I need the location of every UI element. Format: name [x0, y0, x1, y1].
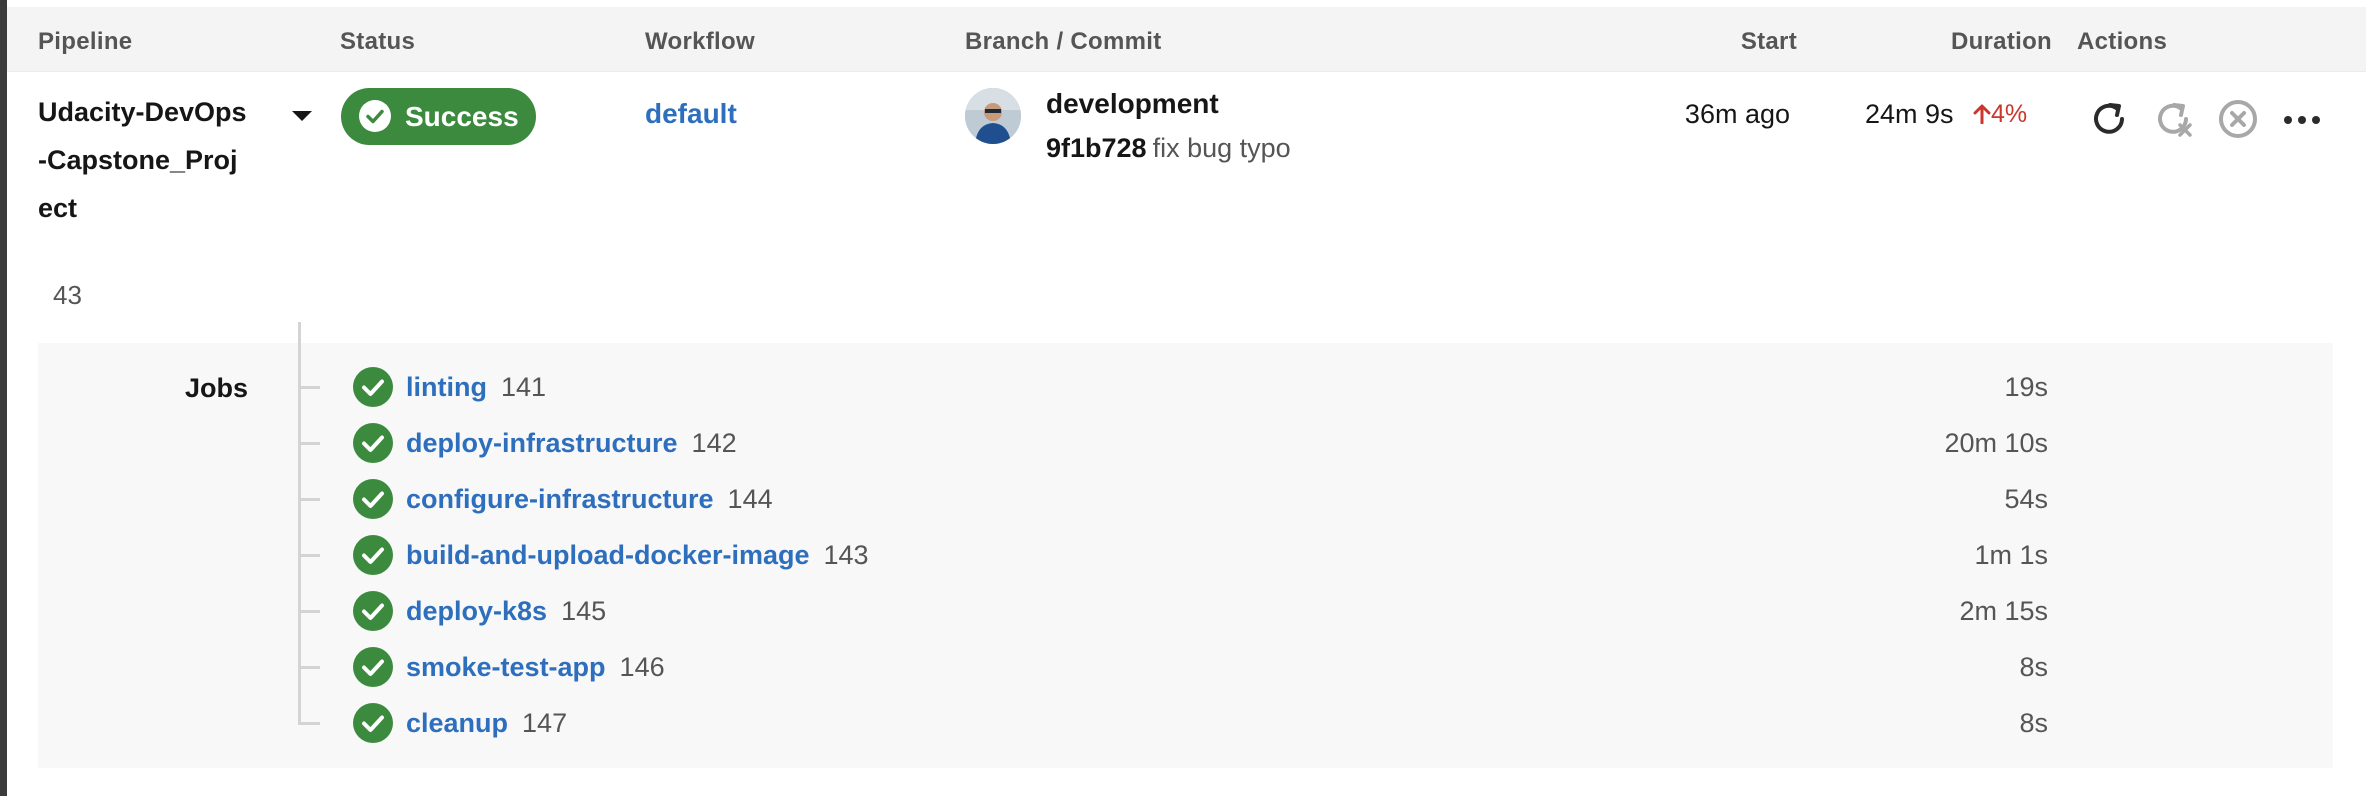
check-circle-icon — [353, 535, 393, 575]
job-duration: 19s — [2004, 372, 2048, 402]
commit-message: fix bug typo — [1152, 133, 1291, 163]
job-number: 147 — [522, 708, 568, 738]
tree-branch — [298, 442, 320, 445]
job-name: smoke-test-app 146 — [406, 652, 665, 683]
avatar — [965, 88, 1021, 144]
pipeline-project-name[interactable]: Udacity-DevOps-Capstone_Project — [38, 88, 248, 232]
expand-caret-icon[interactable] — [292, 111, 312, 121]
window-left-edge — [0, 0, 7, 796]
job-duration: 2m 15s — [1959, 596, 2048, 626]
tree-branch — [298, 666, 320, 669]
tree-branch — [298, 610, 320, 613]
branch-name[interactable]: development — [1046, 88, 1219, 120]
check-circle-icon — [353, 479, 393, 519]
check-circle-icon — [353, 423, 393, 463]
commit-sha[interactable]: 9f1b728 — [1046, 133, 1147, 163]
more-icon[interactable] — [2280, 97, 2324, 141]
header-workflow: Workflow — [645, 28, 755, 55]
job-name: deploy-infrastructure 142 — [406, 428, 737, 459]
job-link[interactable]: deploy-infrastructure — [406, 428, 678, 458]
job-duration: 1m 1s — [1974, 540, 2048, 570]
header-branch-commit: Branch / Commit — [965, 28, 1162, 55]
arrow-up-icon — [1973, 104, 1991, 125]
check-circle-icon — [353, 367, 393, 407]
job-number: 145 — [561, 596, 607, 626]
check-circle-icon — [359, 100, 391, 132]
job-row: linting 141 19s — [298, 362, 2048, 412]
jobs-label: Jobs — [185, 373, 249, 403]
check-circle-icon — [353, 703, 393, 743]
header-pipeline: Pipeline — [38, 28, 133, 55]
rerun-icon[interactable] — [2088, 97, 2132, 141]
check-circle-icon — [353, 591, 393, 631]
job-row: build-and-upload-docker-image 143 1m 1s — [298, 530, 2048, 580]
job-duration: 54s — [2004, 484, 2048, 514]
status-label: Success — [405, 101, 519, 132]
job-name: deploy-k8s 145 — [406, 596, 606, 627]
job-name: linting 141 — [406, 372, 546, 403]
pipeline-number: 43 — [53, 280, 82, 310]
duration-change: 4% — [1973, 100, 2027, 129]
tree-branch — [298, 722, 320, 725]
job-duration: 8s — [2019, 652, 2048, 682]
job-number: 146 — [619, 652, 665, 682]
commit-info: 9f1b728 fix bug typo — [1046, 133, 1291, 164]
job-name: configure-infrastructure 144 — [406, 484, 773, 515]
job-duration: 20m 10s — [1944, 428, 2048, 458]
job-duration: 8s — [2019, 708, 2048, 738]
job-row: deploy-infrastructure 142 20m 10s — [298, 418, 2048, 468]
header-start: Start — [1740, 28, 1797, 55]
job-link[interactable]: build-and-upload-docker-image — [406, 540, 810, 570]
header-actions: Actions — [2077, 28, 2168, 55]
status-badge[interactable]: Success — [341, 88, 536, 145]
job-link[interactable]: configure-infrastructure — [406, 484, 714, 514]
duration-change-value: 4% — [1991, 100, 2028, 128]
job-link[interactable]: smoke-test-app — [406, 652, 606, 682]
job-link[interactable]: deploy-k8s — [406, 596, 547, 626]
job-number: 144 — [727, 484, 773, 514]
job-row: deploy-k8s 145 2m 15s — [298, 586, 2048, 636]
check-circle-icon — [353, 647, 393, 687]
header-status: Status — [340, 28, 416, 55]
pipeline-start-time: 36m ago — [1684, 99, 1790, 129]
header-duration: Duration — [1950, 28, 2052, 55]
table-header: Pipeline Status Workflow Branch / Commit… — [7, 7, 2366, 72]
job-name: build-and-upload-docker-image 143 — [406, 540, 869, 571]
rerun-failed-icon[interactable] — [2152, 97, 2196, 141]
job-row: smoke-test-app 146 8s — [298, 642, 2048, 692]
job-row: configure-infrastructure 144 54s — [298, 474, 2048, 524]
workflow-link[interactable]: default — [645, 98, 737, 130]
job-number: 141 — [500, 372, 547, 402]
tree-branch — [298, 498, 320, 501]
job-link[interactable]: cleanup — [406, 708, 508, 738]
job-row: cleanup 147 8s — [298, 698, 2048, 748]
job-number: 143 — [823, 540, 869, 570]
job-link[interactable]: linting — [406, 372, 487, 402]
job-number: 142 — [691, 428, 737, 458]
tree-branch — [298, 554, 320, 557]
cancel-icon[interactable] — [2216, 97, 2260, 141]
job-name: cleanup 147 — [406, 708, 567, 739]
tree-branch — [298, 386, 320, 389]
pipeline-duration: 24m 9s — [1865, 99, 1954, 129]
